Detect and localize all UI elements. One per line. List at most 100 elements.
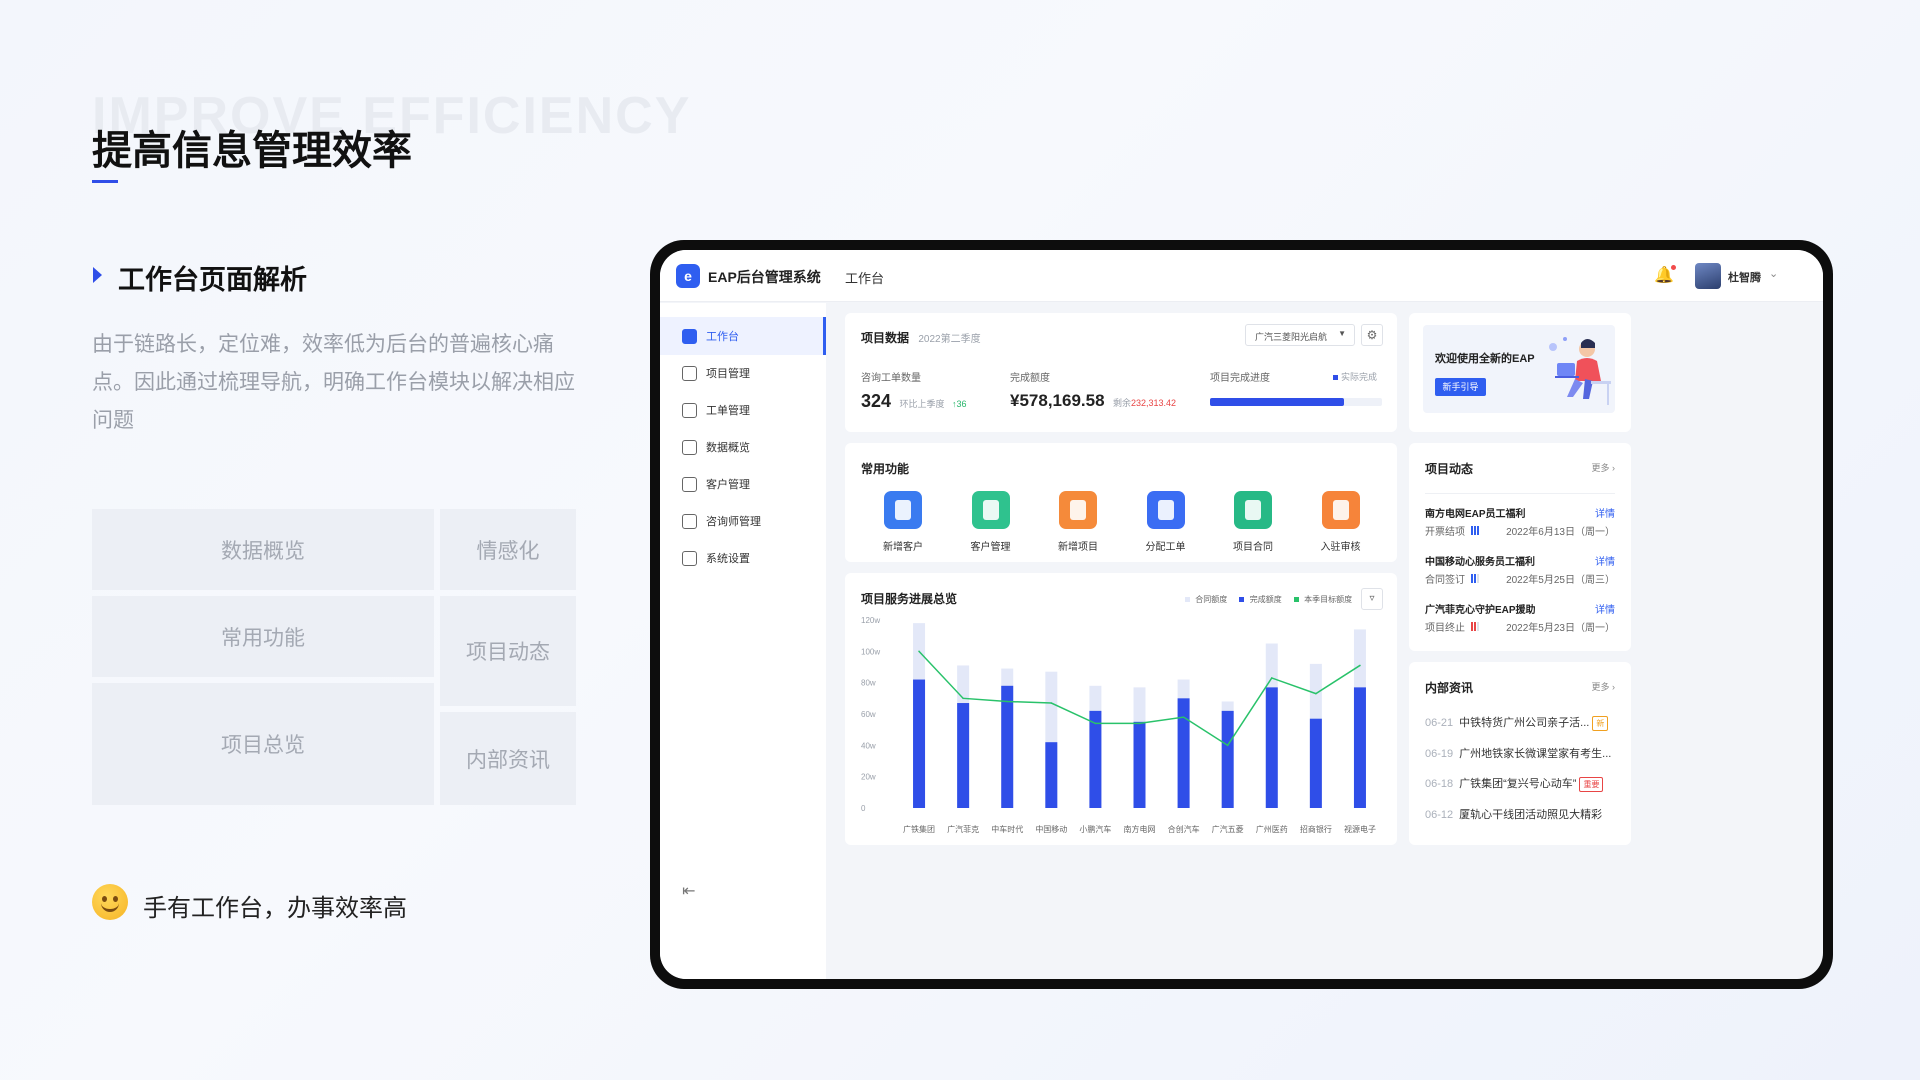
- sidebar-item-0[interactable]: 工作台: [660, 317, 826, 355]
- bar-complete: [1265, 687, 1278, 808]
- sidebar-item-4[interactable]: 客户管理: [660, 465, 826, 503]
- title-underline: [92, 180, 118, 183]
- notification-dot: [1671, 265, 1676, 270]
- target-point: [1006, 700, 1009, 703]
- function-icon: [884, 491, 922, 529]
- y-tick-label: 0: [861, 804, 866, 813]
- function-shortcut[interactable]: 新增项目: [1048, 491, 1108, 553]
- news-item[interactable]: 06-12 厦轨心干线团活动照见大精彩: [1425, 806, 1665, 822]
- target-point: [1138, 722, 1141, 725]
- function-shortcut[interactable]: 新增客户: [873, 491, 933, 553]
- dynamic-status-label: 开票结项: [1425, 527, 1465, 538]
- consult-label: 咨询工单数量: [861, 373, 921, 384]
- x-tick-label: 中车时代: [991, 824, 1023, 834]
- news-text: 中铁特货广州公司亲子活...: [1459, 717, 1590, 729]
- bar-line-chart: 0 20w 40w 60w 80w 100w 120w 广铁集团 广汽菲克 中车时代 中国移动 小鹏汽…: [861, 616, 1376, 834]
- y-tick-label: 120w: [861, 616, 880, 625]
- project-data-period: 2022第二季度: [918, 334, 981, 345]
- user-name[interactable]: 杜智腾: [1728, 269, 1761, 285]
- guide-button[interactable]: 新手引导: [1435, 378, 1486, 396]
- y-tick-label: 80w: [861, 679, 876, 688]
- project-dynamics-title: 项目动态: [1425, 462, 1474, 476]
- target-point: [1226, 744, 1229, 747]
- project-select[interactable]: 广汽三菱阳光启航 ▼: [1245, 324, 1355, 346]
- news-date: 06-18: [1425, 778, 1454, 790]
- project-select-value: 广汽三菱阳光启航: [1255, 332, 1328, 342]
- x-tick-label: 广铁集团: [903, 824, 935, 834]
- news-date: 06-21: [1425, 717, 1454, 729]
- chevron-right-icon: ›: [1612, 682, 1615, 692]
- news-date: 06-19: [1425, 747, 1454, 760]
- sidebar-item-1[interactable]: 项目管理: [660, 354, 826, 392]
- status-bar: [1474, 622, 1476, 632]
- dynamic-detail-link[interactable]: 详情: [1595, 505, 1615, 520]
- amount-rest: 232,313.42: [1131, 398, 1177, 408]
- amount-rest-label: 剩余: [1113, 398, 1132, 408]
- bar-complete: [1089, 710, 1102, 808]
- sidebar-item-3[interactable]: 数据概览: [660, 428, 826, 466]
- common-functions-card: 常用功能 新增客户 客户管理 新增项目 分配工单 项目合同 入驻审核: [845, 443, 1397, 562]
- chat-icon: [682, 513, 697, 529]
- progress-track: [1210, 398, 1382, 406]
- news-item[interactable]: 06-18 广铁集团“复兴号心动车” 重要: [1425, 775, 1665, 792]
- function-shortcut[interactable]: 客户管理: [961, 491, 1021, 553]
- chevron-down-icon[interactable]: ⌄: [1769, 267, 1778, 280]
- x-tick-label: 合创汽车: [1168, 824, 1200, 834]
- function-shortcut[interactable]: 分配工单: [1136, 491, 1196, 553]
- news-date: 06-12: [1425, 808, 1454, 821]
- target-point: [1094, 722, 1097, 725]
- news-item[interactable]: 06-21 中铁特货广州公司亲子活... 新: [1425, 714, 1665, 731]
- x-tick-label: 小鹏汽车: [1079, 824, 1111, 834]
- sidebar-item-5[interactable]: 咨询师管理: [660, 502, 826, 540]
- function-label: 入驻审核: [1320, 542, 1361, 553]
- consult-value: 324: [861, 391, 892, 411]
- status-bar: [1474, 526, 1476, 536]
- status-bar: [1471, 574, 1473, 584]
- internal-news-card: 内部资讯 更多 › 06-21 中铁特货广州公司亲子活... 新 06-19 广州地铁家…: [1409, 662, 1631, 845]
- block-project-dynamics: 项目动态: [440, 596, 576, 706]
- slogan-text: 手有工作台，办事效率高: [143, 895, 407, 922]
- caret-down-icon: ▼: [1338, 329, 1346, 338]
- tab-workbench[interactable]: 工作台: [845, 268, 884, 287]
- section-arrow-icon: [93, 267, 102, 283]
- dynamic-detail-link[interactable]: 详情: [1595, 601, 1615, 616]
- function-label: 新增客户: [883, 542, 923, 553]
- news-tag-badge: 重要: [1579, 776, 1604, 792]
- y-tick-label: 40w: [861, 741, 876, 750]
- block-internal-news: 内部资讯: [440, 712, 576, 805]
- function-label: 分配工单: [1145, 542, 1186, 553]
- dynamics-more-link[interactable]: 更多 ›: [1591, 461, 1615, 474]
- function-icon: [971, 491, 1010, 529]
- sidebar-item-label: 工单管理: [706, 405, 750, 417]
- news-item[interactable]: 06-19 广州地铁家长微课堂家有考生...: [1425, 745, 1665, 761]
- page-title: 提高信息管理效率: [92, 129, 412, 173]
- function-icon: [1146, 491, 1185, 529]
- avatar[interactable]: [1695, 263, 1721, 289]
- app-title: EAP后台管理系统: [708, 269, 821, 285]
- sidebar-item-6[interactable]: 系统设置: [660, 539, 826, 577]
- collapse-menu-icon[interactable]: ⇤: [682, 881, 695, 901]
- news-more-link[interactable]: 更多 ›: [1591, 680, 1615, 693]
- function-shortcut[interactable]: 入驻审核: [1311, 491, 1371, 553]
- sidebar-item-2[interactable]: 工单管理: [660, 391, 826, 429]
- function-shortcut[interactable]: 项目合同: [1223, 491, 1283, 553]
- clipboard-icon: [682, 402, 697, 418]
- dashboard-icon: [682, 328, 697, 344]
- bar-complete: [1221, 710, 1234, 808]
- dynamic-status-label: 合同签订: [1425, 575, 1465, 586]
- consult-compare: 环比上季度: [899, 399, 945, 409]
- target-point: [1182, 716, 1185, 718]
- dynamic-detail-link[interactable]: 详情: [1595, 553, 1615, 568]
- news-tag-badge: 新: [1592, 715, 1609, 731]
- block-data-overview: 数据概览: [92, 509, 434, 590]
- news-more-label: 更多: [1591, 682, 1610, 692]
- progress-label: 项目完成进度: [1210, 373, 1270, 384]
- dynamic-status: 开票结项: [1425, 523, 1480, 538]
- news-text: 厦轨心干线团活动照见大精彩: [1459, 808, 1603, 821]
- settings-gear-icon[interactable]: ⚙: [1361, 324, 1383, 346]
- x-tick-label: 视源电子: [1344, 824, 1376, 834]
- y-tick-label: 20w: [861, 773, 876, 782]
- y-tick-label: 100w: [861, 647, 880, 656]
- target-point: [1270, 677, 1273, 679]
- target-point: [1315, 692, 1317, 695]
